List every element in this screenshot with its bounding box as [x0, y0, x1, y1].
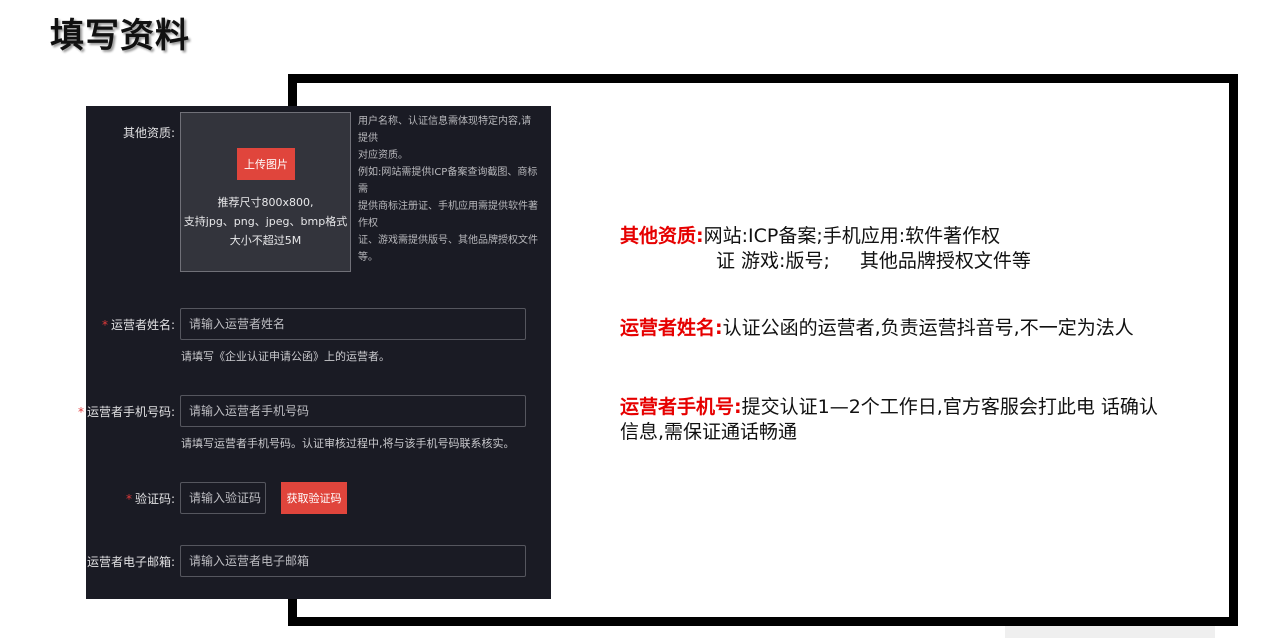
required-mark: * — [125, 492, 132, 506]
form-panel: 其他资质: 上传图片 推荐尺寸800x800, 支持jpg、png、jpeg、b… — [78, 106, 551, 599]
qualification-label: 其他资质: — [122, 126, 175, 140]
upload-area[interactable]: 上传图片 推荐尺寸800x800, 支持jpg、png、jpeg、bmp格式 大… — [180, 112, 351, 272]
qualification-note-text2a: 证 游戏:版号; — [716, 250, 830, 272]
operator-name-label-text: 运营者姓名: — [110, 318, 175, 332]
qualification-note-text: 网站:ICP备案;手机应用:软件著作权 — [703, 225, 1001, 247]
page-title: 填写资料 — [50, 16, 190, 56]
upload-hint-format: 支持jpg、png、jpeg、bmp格式 — [183, 215, 348, 228]
qualification-note-line2: 证 游戏:版号; 其他品牌授权文件等 — [620, 249, 1190, 274]
side-note-line: 用户名称、认证信息需体现特定内容,请提供 — [358, 116, 532, 144]
upload-hint-size: 推荐尺寸800x800, — [217, 196, 314, 209]
side-note-line: 对应资质。 — [358, 150, 408, 161]
operator-name-note: 运营者姓名:认证公函的运营者,负责运营抖音号,不一定为法人 — [620, 316, 1180, 341]
upload-image-button[interactable]: 上传图片 — [237, 148, 295, 180]
operator-phone-label-text: 运营者手机号码: — [86, 405, 175, 419]
operator-phone-help: 请填写运营者手机号码。认证审核过程中,将与该手机号码联系核实。 — [181, 437, 515, 450]
verify-code-input[interactable] — [180, 482, 266, 514]
upload-hint: 推荐尺寸800x800, 支持jpg、png、jpeg、bmp格式 大小不超过5… — [181, 193, 350, 250]
upload-hint-limit: 大小不超过5M — [229, 234, 302, 247]
side-note-line: 提供商标注册证、手机应用需提供软件著作权 — [358, 201, 538, 229]
operator-phone-note: 运营者手机号:提交认证1—2个工作日,官方客服会打此电 话确认信息,需保证通话畅… — [620, 395, 1165, 445]
side-note-line: 证、游戏需提供版号、其他品牌授权文件等。 — [358, 235, 538, 263]
operator-email-label: 运营者电子邮箱: — [86, 555, 175, 569]
operator-name-note-key: 运营者姓名 — [620, 317, 716, 339]
operator-email-input[interactable] — [180, 545, 526, 577]
required-mark: * — [77, 405, 84, 419]
operator-phone-note-key: 运营者手机号 — [620, 396, 735, 418]
qualification-note-line1: 其他资质:网站:ICP备案;手机应用:软件著作权 — [620, 224, 1190, 249]
required-mark: * — [101, 318, 108, 332]
operator-name-note-text: 认证公函的运营者,负责运营抖音号,不一定为法人 — [722, 317, 1134, 339]
note-colon: : — [696, 225, 704, 247]
operator-name-input[interactable] — [180, 308, 526, 340]
get-code-button[interactable]: 获取验证码 — [281, 482, 347, 514]
qualification-note: 其他资质:网站:ICP备案;手机应用:软件著作权 证 游戏:版号; 其他品牌授权文… — [620, 224, 1190, 274]
verify-code-label: * 验证码: — [126, 490, 175, 507]
operator-phone-input[interactable] — [180, 395, 526, 427]
note-colon: : — [715, 317, 723, 339]
qualification-side-note: 用户名称、认证信息需体现特定内容,请提供 对应资质。 例如:网站需提供ICP备案… — [358, 113, 541, 266]
note-colon: : — [734, 396, 742, 418]
operator-name-help: 请填写《企业认证申请公函》上的运营者。 — [181, 350, 390, 363]
qualification-note-key: 其他资质 — [620, 225, 697, 247]
operator-name-label: * 运营者姓名: — [102, 316, 175, 333]
footer-strip — [1005, 626, 1215, 638]
verify-code-label-text: 验证码: — [134, 492, 175, 506]
operator-phone-label: * 运营者手机号码: — [78, 403, 175, 420]
qualification-note-text2b: 其他品牌授权文件等 — [859, 250, 1031, 272]
side-note-line: 例如:网站需提供ICP备案查询截图、商标需 — [358, 167, 538, 195]
